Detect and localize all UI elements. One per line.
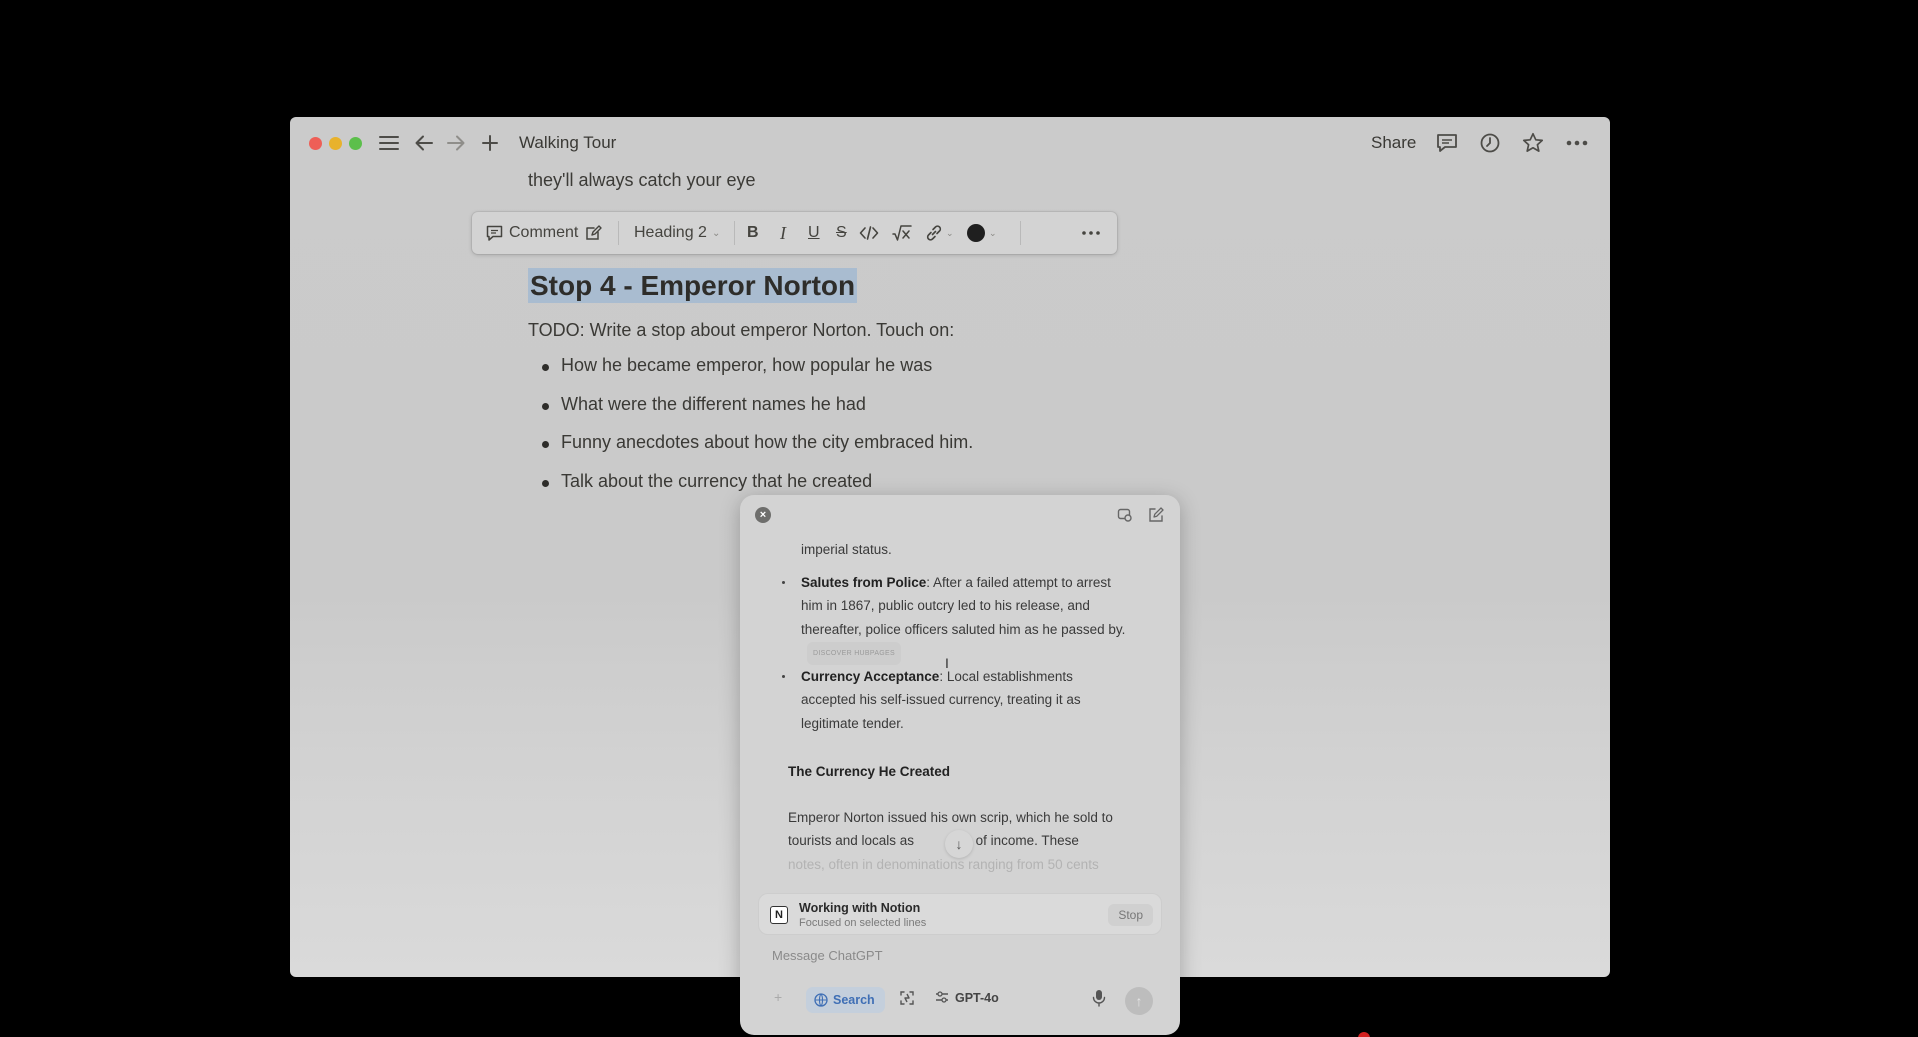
new-page-plus-icon[interactable] <box>476 129 504 157</box>
favorite-star-icon[interactable] <box>1519 129 1547 157</box>
search-toggle-button[interactable]: Search <box>806 987 885 1013</box>
title-bar: Walking Tour Share <box>290 117 1610 167</box>
todo-text[interactable]: TODO: Write a stop about emperor Norton.… <box>528 320 954 341</box>
globe-icon <box>814 993 828 1007</box>
context-subtitle: Focused on selected lines <box>799 917 927 929</box>
share-button[interactable]: Share <box>1371 133 1416 153</box>
math-equation-icon[interactable] <box>892 212 912 254</box>
recording-indicator <box>1358 1032 1370 1037</box>
search-label: Search <box>833 993 875 1007</box>
heading-text: Stop 4 - Emperor Norton <box>528 268 858 303</box>
stop-button[interactable]: Stop <box>1108 904 1153 926</box>
chevron-down-icon: ⌄ <box>711 227 721 239</box>
list-item[interactable]: How he became emperor, how popular he wa… <box>538 355 973 394</box>
text-color-swatch <box>967 224 985 242</box>
previous-text-line[interactable]: they'll always catch your eye <box>528 170 756 191</box>
toolbar-divider <box>1020 221 1021 245</box>
italic-icon[interactable]: I <box>780 212 786 254</box>
history-clock-icon[interactable] <box>1476 129 1504 157</box>
more-options-icon[interactable] <box>1563 129 1591 157</box>
toolbar-divider <box>618 221 619 245</box>
list-item[interactable]: Funny anecdotes about how the city embra… <box>538 432 973 471</box>
notion-context-card: N Working with Notion Focused on selecte… <box>758 893 1162 935</box>
scroll-down-arrow-icon[interactable]: ↓ <box>945 830 973 858</box>
strikethrough-icon[interactable]: S <box>836 212 847 254</box>
list-item[interactable]: What were the different names he had <box>538 394 973 433</box>
comment-label: Comment <box>509 224 579 241</box>
notion-logo-icon: N <box>770 906 788 924</box>
forward-arrow-icon[interactable] <box>442 129 470 157</box>
edit-with-ai-icon[interactable] <box>584 212 602 254</box>
reasoning-icon[interactable] <box>898 989 916 1007</box>
text-cursor-icon: I <box>945 655 949 671</box>
toolbar-divider <box>734 221 735 245</box>
screen-capture-icon[interactable] <box>1115 505 1135 525</box>
bullet-list: How he became emperor, how popular he wa… <box>538 355 973 509</box>
bullet-title: Currency Acceptance <box>801 669 940 684</box>
block-type-label: Heading 2 <box>634 224 707 241</box>
close-window-button[interactable] <box>309 137 322 150</box>
chatgpt-panel: × imperial status. Salutes from Police: … <box>740 495 1180 1035</box>
block-type-dropdown[interactable]: Heading 2 ⌄ <box>634 212 720 254</box>
back-arrow-icon[interactable] <box>410 129 438 157</box>
microphone-icon[interactable] <box>1092 989 1106 1007</box>
chevron-down-icon: ⌄ <box>989 227 997 238</box>
chevron-down-icon: ⌄ <box>946 227 954 238</box>
underline-icon[interactable]: U <box>808 212 820 254</box>
new-chat-edit-icon[interactable] <box>1146 505 1166 525</box>
code-icon[interactable] <box>859 212 879 254</box>
message-input[interactable]: Message ChatGPT <box>772 948 883 963</box>
selected-heading[interactable]: Stop 4 - Emperor Norton <box>528 268 858 303</box>
comment-button[interactable]: Comment <box>486 212 578 254</box>
page-title[interactable]: Walking Tour <box>519 133 616 153</box>
model-settings-icon[interactable] <box>934 989 950 1005</box>
context-title: Working with Notion <box>799 901 921 915</box>
send-arrow-icon[interactable]: ↑ <box>1125 987 1153 1015</box>
model-selector[interactable]: GPT-4o <box>955 991 999 1005</box>
close-panel-icon[interactable]: × <box>755 507 771 523</box>
minimize-window-button[interactable] <box>329 137 342 150</box>
maximize-window-button[interactable] <box>349 137 362 150</box>
paragraph-faded-text: notes, often in denominations ranging fr… <box>788 856 1099 872</box>
comments-icon[interactable] <box>1433 129 1461 157</box>
bold-icon[interactable]: B <box>747 212 759 254</box>
attach-plus-icon[interactable]: + <box>774 989 782 1005</box>
response-section-title: The Currency He Created <box>788 764 951 779</box>
response-bullet: Salutes from Police: After a failed atte… <box>801 571 1131 665</box>
more-format-options-icon[interactable] <box>1082 212 1100 254</box>
chat-response: imperial status. Salutes from Police: Af… <box>740 535 1180 875</box>
sidebar-menu-icon[interactable] <box>375 129 403 157</box>
bullet-title: Salutes from Police <box>801 575 927 590</box>
text-color-picker[interactable]: ⌄ <box>967 212 997 254</box>
link-icon[interactable]: ⌄ <box>924 212 954 254</box>
response-partial-line: imperial status. <box>801 542 892 557</box>
format-toolbar: Comment Heading 2 ⌄ B I U S ⌄ ⌄ <box>472 212 1117 254</box>
composer-toolbar: + Search GPT-4o ↑ <box>740 975 1180 1025</box>
source-tag[interactable]: DISCOVER HUBPAGES <box>807 641 901 665</box>
response-bullet: Currency Acceptance: Local establishment… <box>801 665 1131 735</box>
